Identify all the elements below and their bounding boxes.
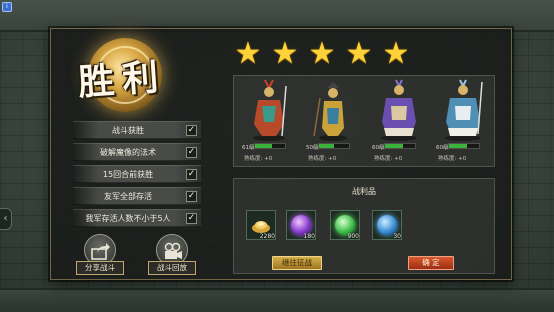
hero-exp-fill <box>255 144 272 148</box>
hero-card[interactable]: 60级 熟练度: +0 <box>368 76 430 168</box>
hero-portrait-icon <box>445 79 483 141</box>
hero-level: 61级 <box>242 145 255 151</box>
star-icon: ★ <box>234 36 262 71</box>
objective-label: 友军全部存活 <box>104 192 152 201</box>
objective-row: 我军存活人数不小于5人 ✓ <box>73 209 201 227</box>
hero-exp-fill <box>319 144 334 148</box>
victory-title: 胜利 <box>76 55 168 104</box>
hero-proficiency: 熟练度: +0 <box>438 156 467 162</box>
green-jade-icon <box>335 215 355 235</box>
hero-exp-fill <box>449 144 467 148</box>
share-battle-button[interactable]: 分享战斗 <box>76 234 124 278</box>
objective-check-icon: ✓ <box>186 147 197 158</box>
heroes-panel: 61级 熟练度: +0 50级 熟练度: +0 60级 熟练度: +0 60级 … <box>233 75 495 167</box>
objective-check-icon: ✓ <box>186 125 197 136</box>
victory-emblem: 胜利 <box>70 36 188 116</box>
objective-label: 破解魔像的法术 <box>100 148 156 157</box>
hero-exp-fill <box>385 144 403 148</box>
objective-check-icon: ✓ <box>186 169 197 180</box>
hero-card[interactable]: 61级 熟练度: +0 <box>238 76 300 168</box>
blue-gem-icon <box>377 215 397 235</box>
hero-portrait-icon <box>313 82 347 141</box>
hero-level: 60级 <box>372 145 385 151</box>
camera-icon <box>164 242 182 259</box>
objectives-list: 战斗获胜 ✓ 破解魔像的法术 ✓ 15回合前获胜 ✓ 友军全部存活 ✓ 我军存活… <box>73 121 201 231</box>
objective-label: 15回合前获胜 <box>102 170 154 179</box>
loot-count: 2280 <box>259 233 275 240</box>
star-icon: ★ <box>382 36 410 71</box>
objective-label: 我军存活人数不小于5人 <box>85 214 171 223</box>
loot-item-blue-gem[interactable]: 30 <box>372 210 402 240</box>
objective-row: 友军全部存活 ✓ <box>73 187 201 205</box>
hero-card[interactable]: 60级 熟练度: +0 <box>432 76 494 168</box>
hero-proficiency: 熟练度: +0 <box>244 156 273 162</box>
corner-badge-icon[interactable]: i <box>2 2 12 12</box>
replay-battle-label: 战斗回放 <box>148 261 196 275</box>
hero-exp-bar <box>384 143 416 149</box>
star-rating: ★ ★ ★ ★ ★ <box>234 36 414 71</box>
continue-campaign-button[interactable]: 继往征战 <box>272 256 322 270</box>
side-menu-icon[interactable]: ‹ <box>0 208 12 230</box>
share-icon <box>91 243 110 260</box>
gold-ingot-icon <box>252 221 270 233</box>
hero-level: 50级 <box>306 145 319 151</box>
purple-orb-icon <box>291 215 311 235</box>
hero-card[interactable]: 50级 熟练度: +0 <box>302 76 364 168</box>
star-icon: ★ <box>345 36 373 71</box>
loot-count: 180 <box>303 233 315 240</box>
loot-title: 战利品 <box>352 187 376 196</box>
objective-row: 破解魔像的法术 ✓ <box>73 143 201 161</box>
objective-row: 战斗获胜 ✓ <box>73 121 201 139</box>
hero-exp-bar <box>254 143 286 149</box>
star-icon: ★ <box>271 36 299 71</box>
objective-label: 战斗获胜 <box>112 126 144 135</box>
hero-proficiency: 熟练度: +0 <box>308 156 337 162</box>
star-icon: ★ <box>308 36 336 71</box>
hero-proficiency: 熟练度: +0 <box>374 156 403 162</box>
hero-exp-bar <box>318 143 350 149</box>
hero-portrait-icon <box>381 79 417 141</box>
loot-count: 30 <box>393 233 401 240</box>
loot-item-gold[interactable]: 2280 <box>246 210 276 240</box>
loot-item-purple-orb[interactable]: 180 <box>286 210 316 240</box>
loot-item-green-jade[interactable]: 900 <box>330 210 360 240</box>
replay-battle-button[interactable]: 战斗回放 <box>148 234 196 278</box>
objective-row: 15回合前获胜 ✓ <box>73 165 201 183</box>
loot-count: 900 <box>347 233 359 240</box>
objective-check-icon: ✓ <box>186 213 197 224</box>
objective-check-icon: ✓ <box>186 191 197 202</box>
hero-portrait-icon <box>253 79 287 141</box>
confirm-button[interactable]: 确 定 <box>408 256 454 270</box>
hero-level: 60级 <box>436 145 449 151</box>
share-battle-label: 分享战斗 <box>76 261 124 275</box>
hero-exp-bar <box>448 143 480 149</box>
stone-wall-bottom <box>0 288 554 312</box>
